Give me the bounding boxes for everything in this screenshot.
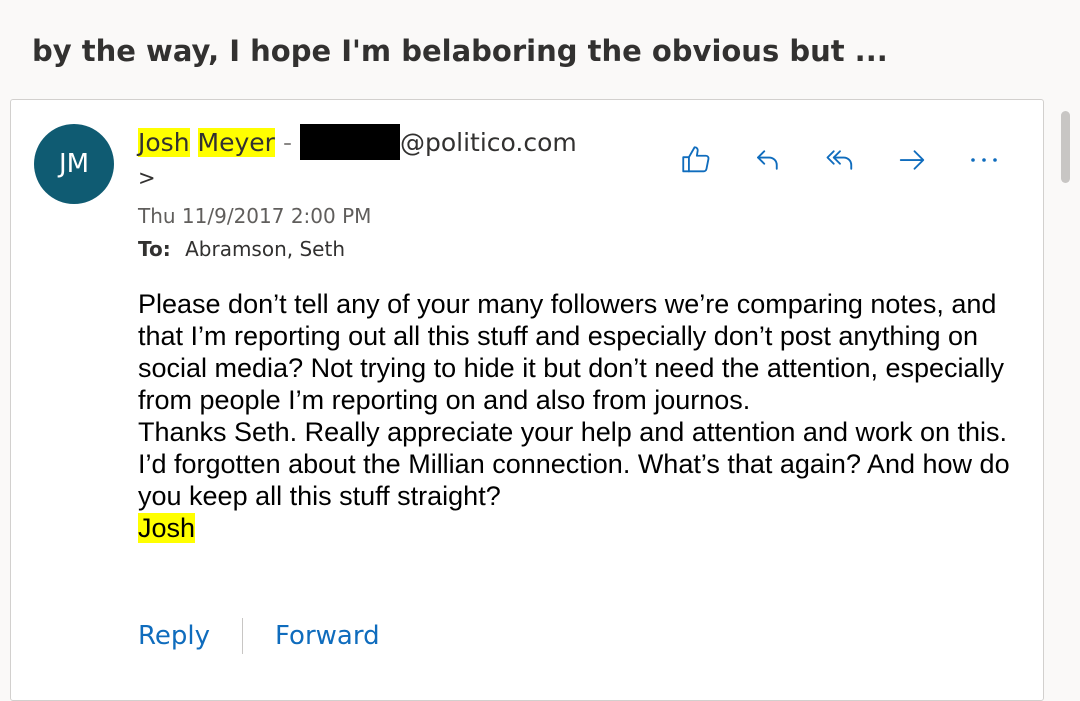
sender-separator: - — [282, 127, 292, 157]
sender-email-domain[interactable]: @politico.com — [400, 128, 577, 157]
reply-icon-button[interactable] — [750, 142, 786, 178]
message-date: Thu 11/9/2017 2:00 PM — [138, 204, 372, 228]
reply-all-button[interactable] — [822, 142, 858, 178]
footer-divider — [242, 618, 244, 654]
footer-actions: Reply Forward — [138, 618, 380, 654]
body-paragraph-2: Thanks Seth. Really appreciate your help… — [138, 417, 1010, 511]
scrollbar-thumb[interactable] — [1061, 111, 1070, 183]
more-icon — [971, 158, 997, 162]
redaction-block — [299, 124, 400, 160]
sender-email-end: > — [138, 166, 156, 190]
like-button[interactable] — [678, 142, 714, 178]
avatar[interactable]: JM — [34, 124, 114, 204]
reply-icon — [757, 150, 778, 170]
message-actions — [678, 142, 1002, 178]
sender-line: Josh Meyer - @politico.com — [138, 124, 577, 160]
signature-line: Josh — [138, 512, 1018, 544]
recipient[interactable]: Abramson, Seth — [185, 237, 345, 261]
to-label: To: — [138, 237, 171, 261]
reply-all-icon — [826, 150, 853, 170]
message-body: Please don’t tell any of your many follo… — [138, 288, 1018, 544]
reply-button[interactable]: Reply — [138, 621, 210, 651]
forward-icon — [899, 150, 925, 170]
forward-icon-button[interactable] — [894, 142, 930, 178]
like-icon — [682, 146, 710, 173]
sender-last-name[interactable]: Meyer — [197, 127, 275, 157]
recipients-line: To: Abramson, Seth — [138, 237, 345, 261]
sender-first-name[interactable]: Josh — [138, 127, 190, 157]
email-subject: by the way, I hope I'm belaboring the ob… — [32, 34, 888, 68]
signature: Josh — [138, 513, 196, 543]
forward-button[interactable]: Forward — [275, 621, 380, 651]
more-actions-button[interactable] — [966, 142, 1002, 178]
scrollbar[interactable] — [1058, 99, 1080, 684]
body-paragraph-1: Please don’t tell any of your many follo… — [138, 289, 1005, 415]
